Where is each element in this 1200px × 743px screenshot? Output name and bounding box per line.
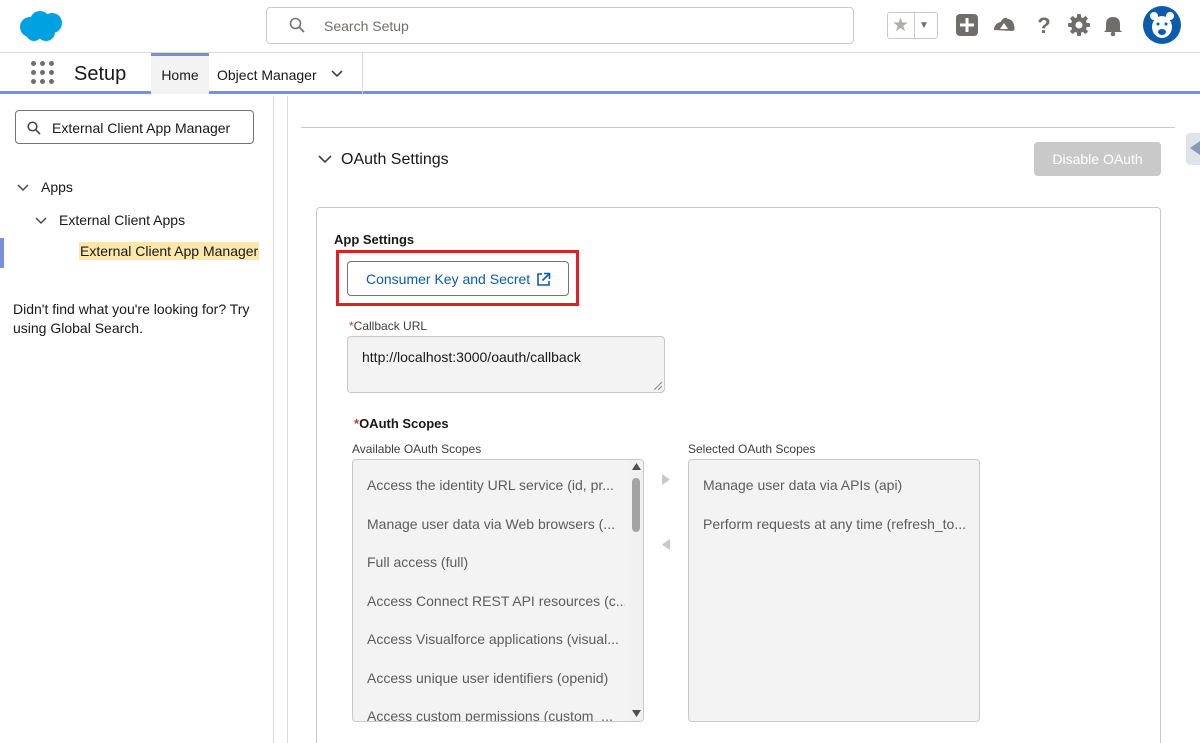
setup-sidebar: External Client App Manager Apps Externa…: [0, 96, 274, 743]
available-scopes-label: Available OAuth Scopes: [352, 442, 482, 456]
callback-url-value: http://localhost:3000/oauth/callback: [362, 349, 581, 365]
trailhead-icon[interactable]: [991, 12, 1017, 38]
user-avatar[interactable]: [1143, 6, 1181, 44]
favorites-control[interactable]: ★ ▼: [887, 12, 938, 39]
app-settings-title: App Settings: [334, 232, 415, 247]
move-left-icon[interactable]: [662, 539, 670, 550]
section-divider: [301, 127, 1175, 128]
scope-option[interactable]: Full access (full): [367, 554, 625, 570]
search-setup-input[interactable]: Search Setup: [266, 7, 854, 44]
quick-find-value: External Client App Manager: [52, 120, 231, 136]
help-icon[interactable]: ?: [1031, 12, 1057, 38]
caret-down-icon[interactable]: ▼: [919, 17, 929, 35]
callback-url-field[interactable]: http://localhost:3000/oauth/callback: [347, 336, 665, 393]
bear-avatar-icon: [1150, 12, 1174, 38]
tab-object-manager[interactable]: Object Manager: [209, 53, 363, 94]
consumer-key-secret-label: Consumer Key and Secret: [366, 270, 531, 287]
external-link-icon: [537, 272, 551, 286]
star-icon[interactable]: ★: [892, 15, 909, 37]
main-content: OAuth Settings Disable OAuth App Setting…: [287, 96, 1200, 743]
favorites-divider: [914, 13, 915, 38]
scroll-down-icon[interactable]: [632, 710, 641, 717]
resize-handle-icon[interactable]: [654, 382, 662, 390]
tree-item-external-client-apps[interactable]: External Client Apps: [59, 212, 185, 228]
tab-object-manager-label: Object Manager: [217, 67, 317, 83]
scope-option[interactable]: Access Connect REST API resources (c...: [367, 593, 625, 609]
app-name: Setup: [74, 63, 127, 85]
scrollbar[interactable]: [629, 460, 643, 721]
oauth-scopes-title: *OAuth Scopes: [354, 416, 449, 431]
selected-scopes-list[interactable]: Manage user data via APIs (api) Perform …: [688, 459, 980, 722]
search-placeholder: Search Setup: [324, 18, 409, 34]
move-right-icon[interactable]: [662, 474, 670, 485]
oauth-settings-card: App Settings Consumer Key and Secret *Ca…: [316, 207, 1161, 743]
scope-option[interactable]: Access unique user identifiers (openid): [367, 670, 625, 686]
selection-indicator: [0, 238, 4, 268]
scope-option[interactable]: Manage user data via Web browsers (...: [367, 516, 625, 532]
scope-option[interactable]: Access Visualforce applications (visual.…: [367, 631, 625, 647]
scope-option[interactable]: Perform requests at any time (refresh_to…: [703, 516, 969, 532]
tree-item-external-client-app-manager[interactable]: External Client App Manager: [0, 238, 274, 268]
plus-icon[interactable]: [954, 12, 980, 38]
chevron-left-icon: [1190, 141, 1200, 155]
salesforce-cloud-logo[interactable]: [18, 10, 64, 42]
bell-icon[interactable]: [1100, 12, 1126, 38]
chevron-down-icon[interactable]: [331, 70, 343, 78]
chevron-down-icon[interactable]: [17, 184, 29, 192]
selected-scopes-label: Selected OAuth Scopes: [688, 442, 816, 456]
scope-option[interactable]: Access the identity URL service (id, pr.…: [367, 477, 625, 493]
svg-text:?: ?: [1037, 13, 1050, 38]
chevron-down-icon[interactable]: [318, 155, 332, 164]
scope-option[interactable]: Access custom permissions (custom_...: [367, 708, 625, 721]
disable-oauth-button[interactable]: Disable OAuth: [1034, 142, 1161, 176]
chevron-down-icon[interactable]: [35, 217, 47, 225]
callback-url-label: *Callback URL: [349, 319, 427, 333]
setup-nav-bar: Setup Home Object Manager: [0, 53, 1200, 94]
available-scopes-list[interactable]: Access the identity URL service (id, pr.…: [352, 459, 644, 722]
section-title[interactable]: OAuth Settings: [341, 151, 449, 169]
app-launcher-icon[interactable]: [31, 61, 55, 85]
global-header: Search Setup ★ ▼ ?: [0, 0, 1200, 53]
scrollbar-thumb[interactable]: [632, 478, 640, 532]
oauth-scopes-title-text: OAuth Scopes: [359, 416, 449, 431]
tab-home[interactable]: Home: [151, 53, 209, 94]
tree-item-label: External Client App Manager: [79, 242, 260, 260]
quick-find-input[interactable]: External Client App Manager: [15, 110, 254, 144]
gear-icon[interactable]: [1066, 12, 1092, 38]
callback-url-label-text: Callback URL: [353, 319, 428, 333]
scope-option[interactable]: Manage user data via APIs (api): [703, 477, 969, 493]
search-icon: [27, 121, 41, 135]
global-search-hint: Didn't find what you're looking for? Try…: [13, 301, 250, 336]
tree-item-apps[interactable]: Apps: [41, 179, 73, 195]
scroll-up-icon[interactable]: [632, 463, 641, 470]
search-icon: [289, 17, 305, 33]
side-panel-tab[interactable]: [1186, 133, 1200, 165]
consumer-key-secret-button[interactable]: Consumer Key and Secret: [347, 261, 569, 296]
